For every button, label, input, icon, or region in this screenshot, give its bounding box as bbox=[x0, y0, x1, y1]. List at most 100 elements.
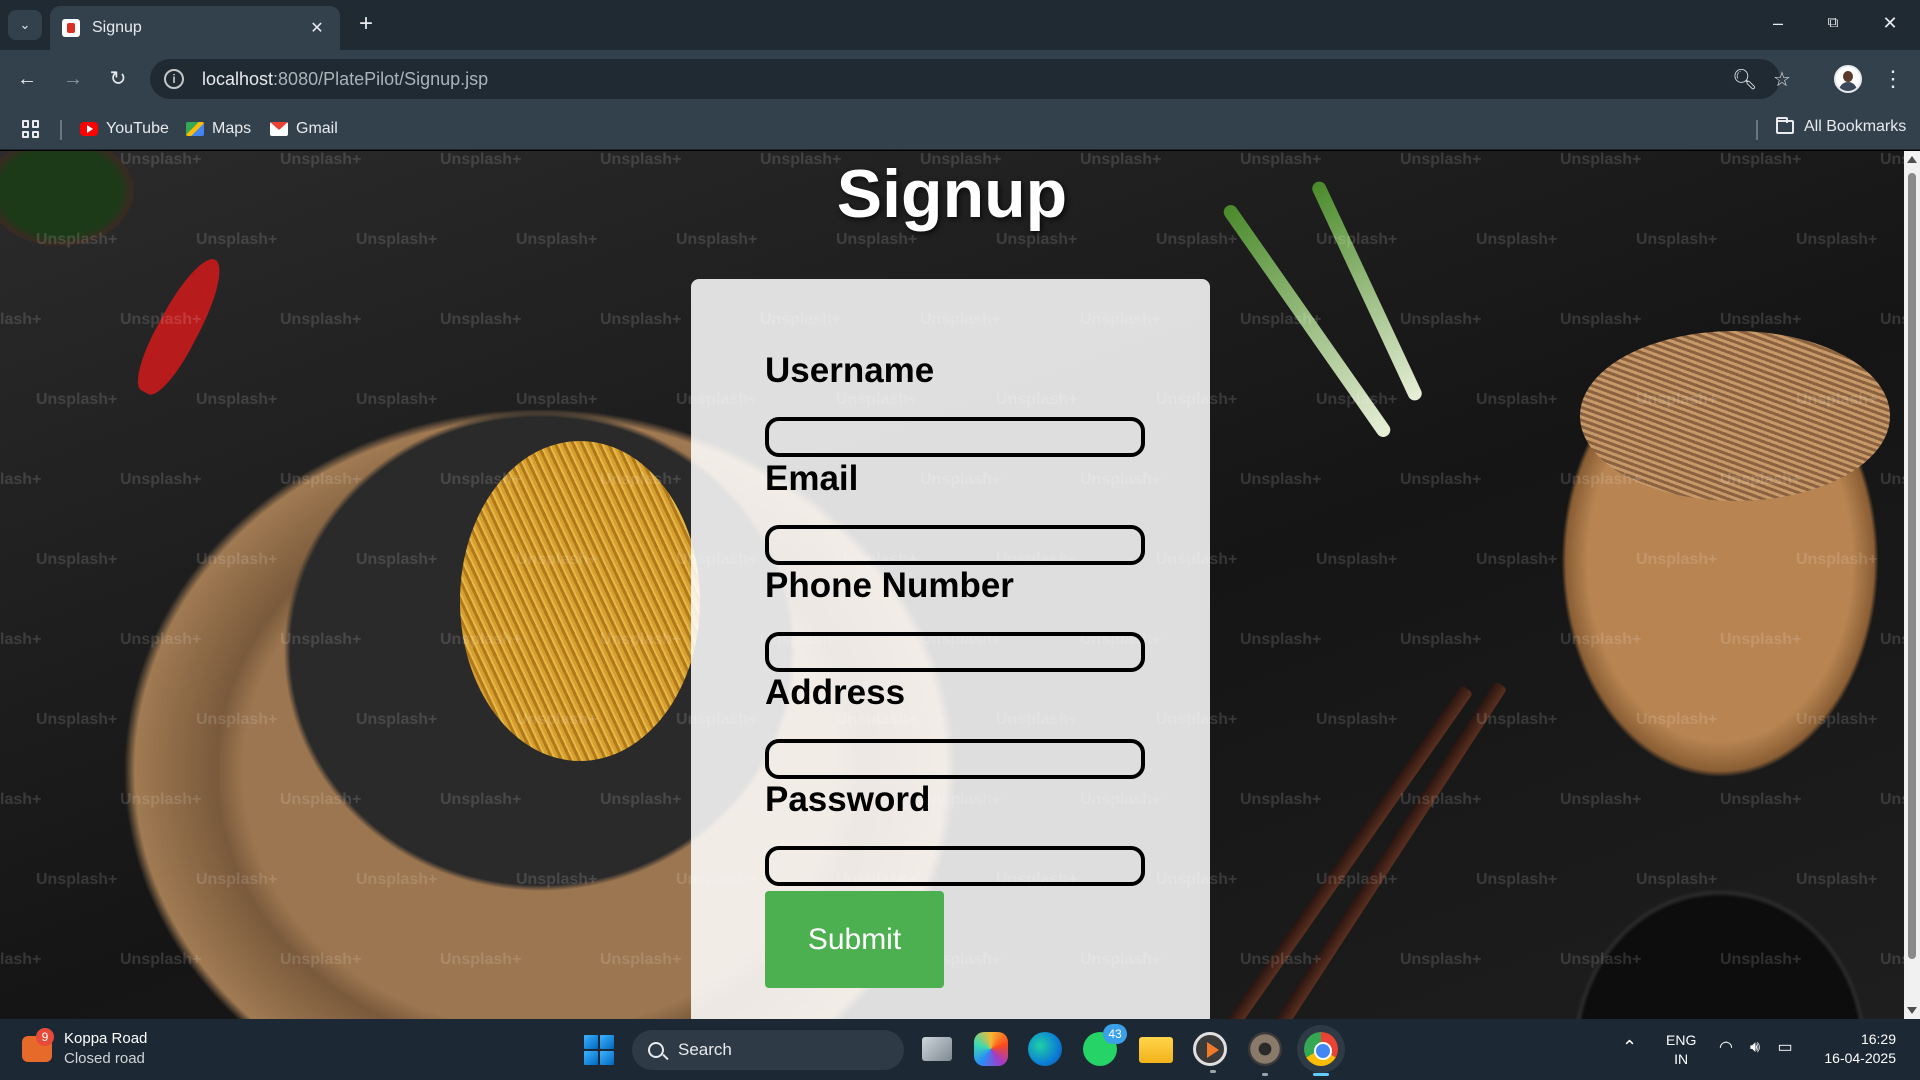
tab-signup[interactable]: Signup ✕ bbox=[50, 6, 340, 50]
bookmark-maps[interactable]: Maps bbox=[186, 118, 251, 140]
taskbar-search[interactable]: Search bbox=[632, 1030, 904, 1070]
username-input[interactable] bbox=[765, 417, 1145, 457]
chevron-up-icon[interactable]: ⌃ bbox=[1622, 1037, 1637, 1058]
bookmark-youtube[interactable]: YouTube bbox=[80, 118, 169, 140]
back-button[interactable]: ← bbox=[12, 64, 42, 94]
background-chili bbox=[127, 250, 233, 402]
watermark-text: Unsplash+ bbox=[196, 231, 278, 248]
watermark-text: Unsplash+ bbox=[1560, 631, 1642, 648]
volume-icon[interactable]: 🔊︎ bbox=[1745, 1039, 1765, 1057]
restore-button[interactable]: ⧉ bbox=[1813, 8, 1853, 38]
all-bookmarks-button[interactable]: All Bookmarks bbox=[1776, 117, 1906, 136]
new-tab-button[interactable]: + bbox=[352, 10, 380, 38]
watermark-text: Unsplash+ bbox=[1720, 951, 1802, 968]
whatsapp-badge: 43 bbox=[1103, 1024, 1127, 1044]
phone-input[interactable] bbox=[765, 632, 1145, 672]
settings-icon[interactable] bbox=[1248, 1032, 1282, 1076]
watermark-text: Unsplash+ bbox=[0, 471, 42, 488]
start-button[interactable] bbox=[584, 1035, 614, 1065]
watermark-text: Unsplash+ bbox=[1560, 951, 1642, 968]
chrome-icon[interactable] bbox=[1304, 1032, 1338, 1076]
watermark-text: Unsplash+ bbox=[120, 471, 202, 488]
profile-avatar[interactable] bbox=[1834, 65, 1862, 93]
site-info-icon[interactable]: i bbox=[164, 69, 184, 89]
watermark-text: Unsplash+ bbox=[356, 711, 438, 728]
watermark-text: Unsplash+ bbox=[1476, 231, 1558, 248]
clock-date: 16-04-2025 bbox=[1824, 1050, 1896, 1066]
watermark-text: Unsplash+ bbox=[1240, 791, 1322, 808]
search-icon bbox=[648, 1042, 664, 1058]
arrow-right-icon: → bbox=[63, 68, 83, 90]
minimize-button[interactable]: – bbox=[1758, 8, 1798, 38]
watermark-text: Unsplash+ bbox=[120, 631, 202, 648]
watermark-text: Unsplash+ bbox=[280, 791, 362, 808]
watermark-text: Unsplash+ bbox=[36, 231, 118, 248]
edge-icon[interactable] bbox=[1028, 1032, 1062, 1066]
zoom-icon[interactable]: 🔍︎ bbox=[1732, 69, 1757, 91]
scroll-up-icon[interactable] bbox=[1907, 156, 1917, 163]
media-player-icon[interactable] bbox=[1193, 1032, 1227, 1073]
browser-toolbar: ← → ↻ i localhost:8080/PlatePilot/Signup… bbox=[0, 50, 1920, 108]
background-noodles bbox=[460, 441, 700, 761]
taskbar: 9 Koppa Road Closed road Search 43 ⌃ ENG… bbox=[0, 1019, 1920, 1080]
bookmark-gmail[interactable]: Gmail bbox=[270, 118, 338, 140]
close-window-button[interactable]: ✕ bbox=[1870, 8, 1910, 38]
traffic-icon: 9 bbox=[22, 1028, 54, 1062]
bookmarks-divider bbox=[1756, 120, 1758, 140]
battery-icon[interactable]: ▭ bbox=[1775, 1039, 1795, 1057]
bookmark-label: YouTube bbox=[106, 120, 169, 137]
weather-subtitle: Closed road bbox=[64, 1050, 145, 1067]
bookmark-star-icon[interactable]: ☆ bbox=[1771, 69, 1793, 91]
watermark-text: Unsplash+ bbox=[1240, 471, 1322, 488]
tab-close-icon[interactable]: ✕ bbox=[306, 18, 328, 38]
whatsapp-icon[interactable]: 43 bbox=[1083, 1024, 1127, 1066]
password-label: Password bbox=[765, 780, 931, 819]
tab-strip: ⌄ Signup ✕ + – ⧉ ✕ bbox=[0, 0, 1920, 50]
watermark-text: Unsplash+ bbox=[0, 631, 42, 648]
tab-title: Signup bbox=[92, 19, 142, 36]
submit-button[interactable]: Submit bbox=[765, 891, 944, 988]
watermark-text: Unsplash+ bbox=[1240, 631, 1322, 648]
watermark-text: Unsplash+ bbox=[440, 791, 522, 808]
wifi-icon[interactable]: ◠ bbox=[1716, 1039, 1736, 1057]
browser-menu-icon[interactable]: ⋮ bbox=[1882, 64, 1904, 94]
password-input[interactable] bbox=[765, 846, 1145, 886]
watermark-text: Unsplash+ bbox=[0, 791, 42, 808]
watermark-text: Unsplash+ bbox=[120, 951, 202, 968]
email-input[interactable] bbox=[765, 525, 1145, 565]
weather-badge: 9 bbox=[36, 1028, 54, 1046]
weather-title: Koppa Road bbox=[64, 1030, 148, 1047]
watermark-text: Unsplash+ bbox=[280, 311, 362, 328]
language-indicator[interactable]: ENG IN bbox=[1666, 1031, 1696, 1069]
forward-button[interactable]: → bbox=[58, 64, 88, 94]
clock[interactable]: 16:29 16-04-2025 bbox=[1816, 1030, 1896, 1068]
tab-search-button[interactable]: ⌄ bbox=[8, 10, 42, 40]
clock-time: 16:29 bbox=[1860, 1031, 1896, 1047]
chevron-down-icon: ⌄ bbox=[19, 17, 31, 32]
address-bar[interactable]: i localhost:8080/PlatePilot/Signup.jsp 🔍… bbox=[150, 59, 1791, 99]
address-input[interactable] bbox=[765, 739, 1145, 779]
reload-icon: ↻ bbox=[109, 68, 127, 90]
language-code: ENG bbox=[1666, 1032, 1697, 1048]
email-label: Email bbox=[765, 459, 859, 498]
username-label: Username bbox=[765, 351, 935, 390]
task-view-icon[interactable] bbox=[922, 1037, 952, 1061]
reload-button[interactable]: ↻ bbox=[103, 64, 133, 94]
watermark-text: Unsplash+ bbox=[196, 551, 278, 568]
signup-form: Username Email Phone Number Address Pass… bbox=[691, 279, 1210, 1019]
watermark-text: Unsplash+ bbox=[356, 391, 438, 408]
watermark-text: Unsplash+ bbox=[1880, 631, 1904, 648]
file-explorer-icon[interactable] bbox=[1139, 1037, 1173, 1063]
weather-widget[interactable]: 9 Koppa Road Closed road bbox=[22, 1028, 148, 1069]
apps-grid-icon[interactable] bbox=[22, 120, 40, 138]
watermark-text: Unsplash+ bbox=[1560, 311, 1642, 328]
bookmark-label: Gmail bbox=[296, 120, 338, 137]
scroll-down-icon[interactable] bbox=[1907, 1007, 1917, 1014]
phone-label: Phone Number bbox=[765, 566, 1014, 605]
page-scrollbar[interactable] bbox=[1904, 151, 1920, 1019]
copilot-icon[interactable] bbox=[974, 1032, 1008, 1066]
scrollbar-thumb[interactable] bbox=[1908, 173, 1916, 959]
watermark-text: Unsplash+ bbox=[1476, 871, 1558, 888]
watermark-text: Unsplash+ bbox=[1476, 391, 1558, 408]
watermark-text: Unsplash+ bbox=[36, 871, 118, 888]
